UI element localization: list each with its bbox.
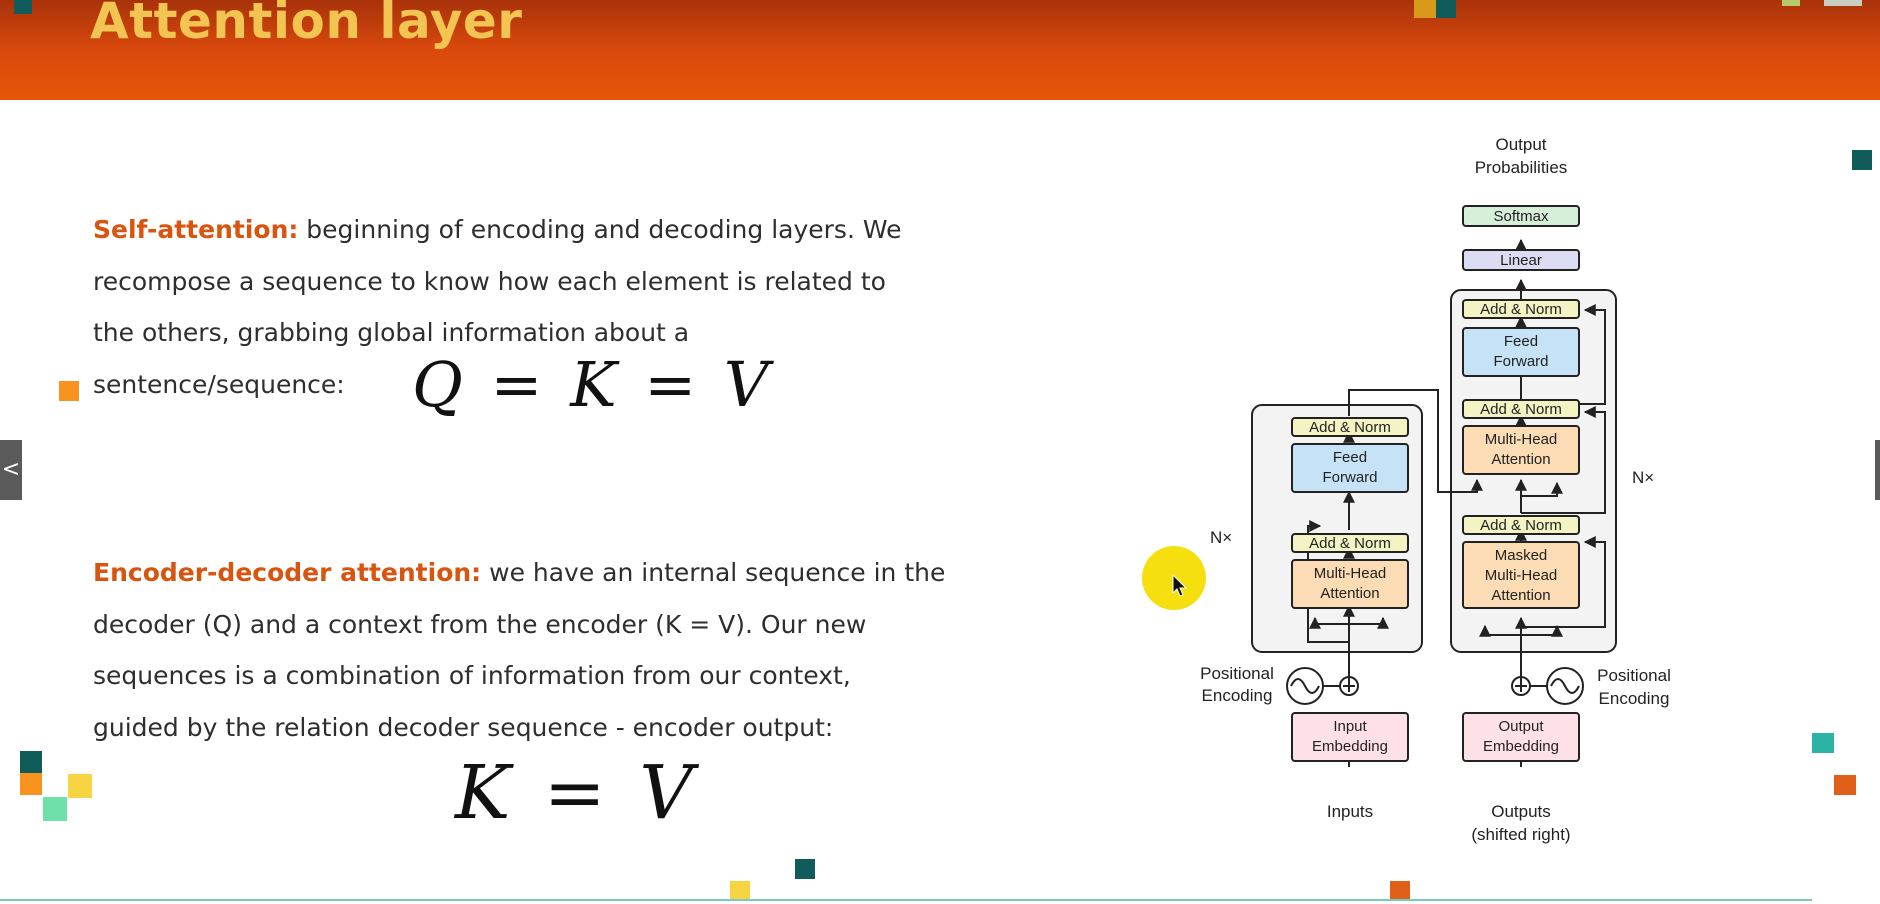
decor-square bbox=[20, 751, 42, 773]
decor-square bbox=[1852, 150, 1872, 170]
decor-square bbox=[68, 774, 92, 798]
slide-header: Attention layer bbox=[0, 0, 1880, 100]
next-slide-button[interactable] bbox=[1875, 440, 1880, 500]
self-attention-term: Self-attention: bbox=[93, 215, 299, 244]
encoder-decoder-line-2: decoder (Q) and a context from the encod… bbox=[93, 609, 867, 639]
svg-text:N×: N× bbox=[1210, 528, 1232, 547]
transformer-diagram: Softmax Linear Add & Norm Feed Forward A… bbox=[1200, 135, 1671, 844]
svg-text:Output: Output bbox=[1498, 718, 1544, 735]
decor-square bbox=[730, 881, 750, 899]
decor-square bbox=[795, 859, 815, 879]
svg-text:Add & Norm: Add & Norm bbox=[1309, 535, 1391, 552]
mouse-cursor-icon bbox=[1172, 574, 1188, 597]
decor-square bbox=[20, 773, 42, 795]
svg-text:Linear: Linear bbox=[1500, 252, 1542, 269]
decor-square bbox=[1390, 881, 1410, 899]
svg-text:Feed: Feed bbox=[1333, 449, 1367, 466]
svg-text:Positional: Positional bbox=[1200, 664, 1274, 683]
svg-text:N×: N× bbox=[1632, 468, 1654, 487]
svg-text:Add & Norm: Add & Norm bbox=[1309, 419, 1391, 436]
svg-text:(shifted right): (shifted right) bbox=[1471, 825, 1570, 844]
previous-slide-button[interactable]: < bbox=[0, 440, 22, 500]
decor-square bbox=[1782, 0, 1800, 6]
svg-text:Forward: Forward bbox=[1493, 353, 1548, 370]
svg-text:Attention: Attention bbox=[1491, 451, 1550, 468]
svg-text:Softmax: Softmax bbox=[1493, 208, 1549, 225]
svg-text:Multi-Head: Multi-Head bbox=[1485, 431, 1558, 448]
svg-text:Feed: Feed bbox=[1504, 333, 1538, 350]
svg-text:Inputs: Inputs bbox=[1327, 802, 1373, 821]
self-attention-equation: Q = K = V bbox=[412, 348, 773, 421]
svg-text:Multi-Head: Multi-Head bbox=[1485, 567, 1558, 584]
svg-text:Add & Norm: Add & Norm bbox=[1480, 401, 1562, 418]
svg-text:Input: Input bbox=[1333, 718, 1367, 735]
encoder-decoder-paragraph: Encoder-decoder attention: we have an in… bbox=[93, 547, 1023, 753]
svg-text:Encoding: Encoding bbox=[1202, 686, 1273, 705]
svg-text:Attention: Attention bbox=[1320, 585, 1379, 602]
svg-text:Multi-Head: Multi-Head bbox=[1314, 565, 1387, 582]
svg-text:Add & Norm: Add & Norm bbox=[1480, 301, 1562, 318]
decor-square bbox=[43, 797, 67, 821]
encoder-frame bbox=[1251, 404, 1423, 653]
footer-line bbox=[0, 899, 1812, 901]
encoder-decoder-line-3: sequences is a combination of informatio… bbox=[93, 661, 851, 690]
svg-text:Attention: Attention bbox=[1491, 587, 1550, 604]
self-attention-line-1: beginning of encoding and decoding layer… bbox=[298, 215, 902, 244]
svg-text:Embedding: Embedding bbox=[1312, 738, 1388, 755]
svg-text:Probabilities: Probabilities bbox=[1475, 158, 1568, 177]
slide-title: Attention layer bbox=[90, 0, 523, 50]
decor-square bbox=[1414, 0, 1436, 18]
decor-square bbox=[1824, 0, 1862, 6]
self-attention-line-2: recompose a sequence to know how each el… bbox=[93, 266, 886, 296]
svg-text:Forward: Forward bbox=[1322, 469, 1377, 486]
svg-text:Outputs: Outputs bbox=[1491, 802, 1551, 821]
encoder-positional-encoding-icon bbox=[1286, 667, 1359, 705]
encoder-decoder-term: Encoder-decoder attention: bbox=[93, 558, 482, 587]
encoder-decoder-line-1: we have an internal sequence in the bbox=[481, 558, 946, 587]
svg-text:Add & Norm: Add & Norm bbox=[1480, 517, 1562, 534]
svg-text:Output: Output bbox=[1495, 135, 1546, 154]
svg-text:Positional: Positional bbox=[1597, 666, 1671, 685]
encoder-decoder-equation: K = V bbox=[455, 750, 698, 836]
decor-square bbox=[1834, 775, 1856, 795]
bullet-square bbox=[59, 381, 79, 401]
decor-square bbox=[1436, 0, 1456, 18]
svg-text:Embedding: Embedding bbox=[1483, 738, 1559, 755]
svg-text:Masked: Masked bbox=[1495, 547, 1548, 564]
decor-square bbox=[1812, 733, 1834, 753]
chevron-left-icon: < bbox=[1, 457, 21, 482]
decoder-positional-encoding-icon bbox=[1511, 667, 1584, 705]
svg-text:Encoding: Encoding bbox=[1599, 689, 1670, 708]
decor-square bbox=[14, 0, 32, 14]
encoder-decoder-line-4: guided by the relation decoder sequence … bbox=[93, 712, 834, 742]
